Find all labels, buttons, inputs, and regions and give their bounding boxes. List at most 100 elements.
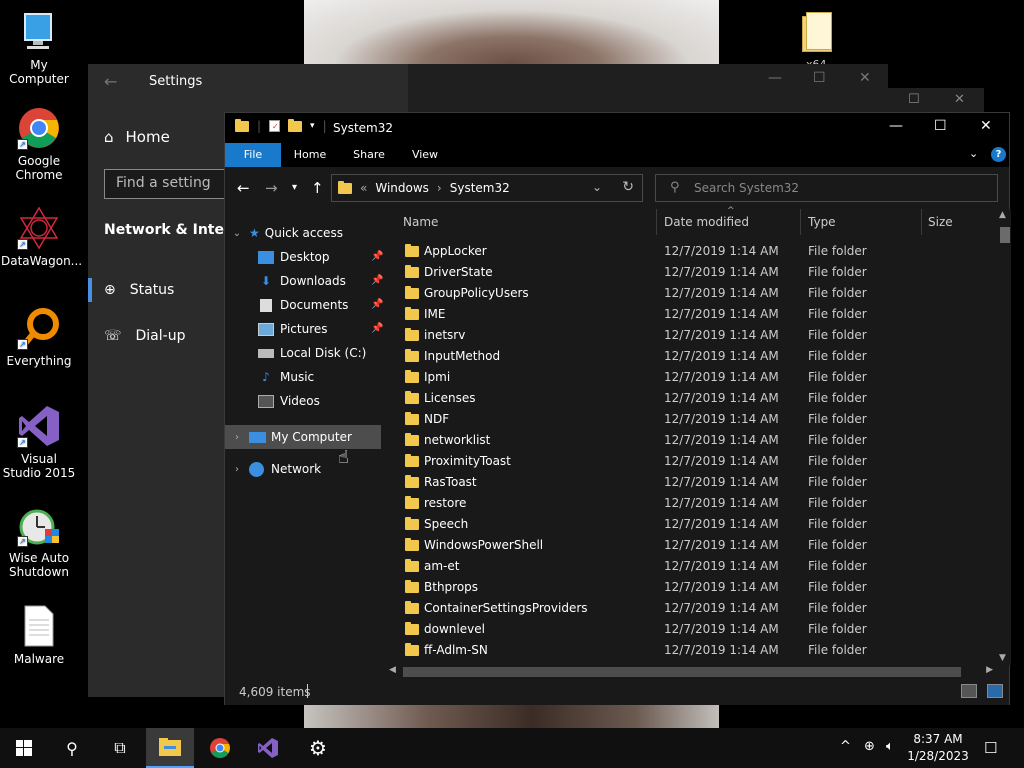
- desktop-icon-wise-auto-shutdown[interactable]: ↗ Wise Auto Shutdown: [1, 503, 77, 579]
- chevron-right-icon[interactable]: ›: [225, 432, 249, 443]
- new-folder-icon[interactable]: [288, 118, 303, 132]
- tab-file[interactable]: File: [225, 143, 281, 167]
- nav-label: Documents: [280, 298, 349, 312]
- desktop-icon-my-computer[interactable]: My Computer: [1, 10, 77, 86]
- nav-label: Network: [271, 462, 322, 476]
- table-row[interactable]: am-et 12/7/2019 1:14 AM File folder: [385, 556, 997, 577]
- clock[interactable]: 8:37 AM 1/28/2023: [906, 731, 970, 765]
- maximize-icon[interactable]: ☐: [934, 118, 947, 134]
- scroll-thumb[interactable]: [403, 667, 961, 677]
- table-row[interactable]: inetsrv 12/7/2019 1:14 AM File folder: [385, 325, 997, 346]
- search-icon[interactable]: ⚲: [48, 728, 96, 768]
- tab-share[interactable]: Share: [341, 143, 397, 167]
- task-view-icon[interactable]: ⧉: [96, 728, 144, 768]
- table-row[interactable]: InputMethod 12/7/2019 1:14 AM File folder: [385, 346, 997, 367]
- details-view-icon[interactable]: [961, 684, 977, 698]
- table-row[interactable]: restore 12/7/2019 1:14 AM File folder: [385, 493, 997, 514]
- desktop-icon-datawagon[interactable]: ↗ DataWagon...: [1, 206, 82, 268]
- table-row[interactable]: Speech 12/7/2019 1:14 AM File folder: [385, 514, 997, 535]
- back-arrow-icon[interactable]: ←: [104, 72, 117, 91]
- scroll-right-icon[interactable]: ▶: [986, 665, 993, 675]
- table-row[interactable]: ProximityToast 12/7/2019 1:14 AM File fold…: [385, 451, 997, 472]
- properties-icon[interactable]: ✓: [269, 120, 281, 132]
- recent-locations-icon[interactable]: ▾: [292, 182, 297, 193]
- breadcrumb-system32[interactable]: System32: [450, 181, 510, 195]
- close-icon[interactable]: ✕: [980, 118, 992, 134]
- settings-nav-dial-up[interactable]: ☏ Dial-up: [104, 328, 185, 344]
- column-size[interactable]: Size: [928, 215, 953, 229]
- help-icon[interactable]: ?: [991, 147, 1006, 162]
- network-icon[interactable]: ⊕: [864, 739, 875, 754]
- expand-ribbon-icon[interactable]: ⌄: [969, 147, 978, 160]
- scroll-down-icon[interactable]: ▼: [999, 653, 1006, 663]
- chevron-down-icon[interactable]: ⌄: [225, 228, 249, 239]
- dial-up-icon: ☏: [104, 328, 122, 344]
- forward-arrow-icon[interactable]: →: [265, 179, 278, 197]
- scroll-thumb[interactable]: [1000, 227, 1010, 243]
- table-row[interactable]: IME 12/7/2019 1:14 AM File folder: [385, 304, 997, 325]
- nav-pictures[interactable]: Pictures 📌: [225, 317, 383, 341]
- table-row[interactable]: NDF 12/7/2019 1:14 AM File folder: [385, 409, 997, 430]
- file-explorer-icon[interactable]: [146, 728, 194, 768]
- nav-downloads[interactable]: ⬇ Downloads 📌: [225, 269, 383, 293]
- tab-view[interactable]: View: [399, 143, 451, 167]
- chrome-icon[interactable]: [196, 728, 244, 768]
- volume-icon[interactable]: 🔈︎: [886, 739, 894, 754]
- nav-music[interactable]: ♪ Music: [225, 365, 381, 389]
- table-row[interactable]: DriverState 12/7/2019 1:14 AM File folder: [385, 262, 997, 283]
- back-arrow-icon[interactable]: ←: [237, 179, 250, 197]
- desktop-icon-chrome[interactable]: ↗ Google Chrome: [1, 106, 77, 182]
- horizontal-scrollbar[interactable]: ◀ ▶: [385, 665, 997, 679]
- desktop-icon-visual-studio[interactable]: ↗ Visual Studio 2015: [1, 404, 77, 480]
- settings-nav-status[interactable]: ⊕ Status: [88, 274, 228, 306]
- table-row[interactable]: Ipmi 12/7/2019 1:14 AM File folder: [385, 367, 997, 388]
- visual-studio-icon[interactable]: [244, 728, 292, 768]
- table-row[interactable]: ContainerSettingsProviders 12/7/2019 1:14…: [385, 598, 997, 619]
- table-row[interactable]: Licenses 12/7/2019 1:14 AM File folder: [385, 388, 997, 409]
- close-icon[interactable]: ✕: [859, 70, 871, 86]
- table-row[interactable]: downlevel 12/7/2019 1:14 AM File folder: [385, 619, 997, 640]
- column-date-modified[interactable]: Date modified: [664, 215, 749, 229]
- table-row[interactable]: RasToast 12/7/2019 1:14 AM File folder: [385, 472, 997, 493]
- action-center-icon[interactable]: ☐: [984, 739, 997, 757]
- nav-local-disk[interactable]: Local Disk (C:): [225, 341, 381, 365]
- desktop-icon-everything[interactable]: ↗ Everything: [1, 306, 77, 368]
- search-input[interactable]: ⚲ Search System32: [655, 174, 998, 202]
- table-row[interactable]: GroupPolicyUsers 12/7/2019 1:14 AM File fo…: [385, 283, 997, 304]
- nav-desktop[interactable]: Desktop 📌: [225, 245, 383, 269]
- nav-my-computer[interactable]: › My Computer: [225, 425, 381, 449]
- maximize-icon[interactable]: ☐: [813, 70, 826, 86]
- table-row[interactable]: Bthprops 12/7/2019 1:14 AM File folder: [385, 577, 997, 598]
- tab-home[interactable]: Home: [283, 143, 337, 167]
- up-arrow-icon[interactable]: ↑: [311, 179, 324, 197]
- desktop-icon-malware[interactable]: Malware: [1, 604, 77, 666]
- scroll-left-icon[interactable]: ◀: [389, 665, 396, 675]
- customize-toolbar-icon[interactable]: ▾: [310, 121, 315, 131]
- table-row[interactable]: ff-Adlm-SN 12/7/2019 1:14 AM File folder: [385, 640, 997, 661]
- show-hidden-icons-icon[interactable]: ^: [840, 739, 851, 754]
- nav-documents[interactable]: Documents 📌: [225, 293, 383, 317]
- table-row[interactable]: AppLocker 12/7/2019 1:14 AM File folder: [385, 241, 997, 262]
- nav-videos[interactable]: Videos: [225, 389, 381, 413]
- desktop-folder-icon[interactable]: [800, 10, 836, 54]
- minimize-icon[interactable]: —: [768, 70, 782, 86]
- table-row[interactable]: networklist 12/7/2019 1:14 AM File folder: [385, 430, 997, 451]
- address-bar[interactable]: « Windows › System32 ⌄ ↻: [331, 174, 643, 202]
- refresh-icon[interactable]: ↻: [622, 179, 634, 195]
- settings-icon[interactable]: ⚙: [294, 728, 342, 768]
- nav-quick-access[interactable]: ⌄ ★ Quick access: [225, 221, 381, 245]
- start-icon[interactable]: [0, 728, 48, 768]
- nav-network[interactable]: › Network: [225, 457, 381, 481]
- breadcrumb-windows[interactable]: Windows: [375, 181, 429, 195]
- table-row[interactable]: WindowsPowerShell 12/7/2019 1:14 AM File f…: [385, 535, 997, 556]
- vertical-scrollbar[interactable]: ▲ ▼: [998, 209, 1011, 665]
- chevron-down-icon[interactable]: ⌄: [592, 180, 602, 194]
- column-name[interactable]: Name: [403, 215, 438, 229]
- breadcrumb-overflow[interactable]: «: [360, 181, 367, 195]
- scroll-up-icon[interactable]: ▲: [999, 210, 1006, 220]
- large-icons-view-icon[interactable]: [987, 684, 1003, 698]
- minimize-icon[interactable]: —: [889, 118, 903, 134]
- chevron-right-icon[interactable]: ›: [225, 464, 249, 475]
- settings-home-link[interactable]: ⌂ Home: [104, 128, 170, 146]
- column-type[interactable]: Type: [808, 215, 836, 229]
